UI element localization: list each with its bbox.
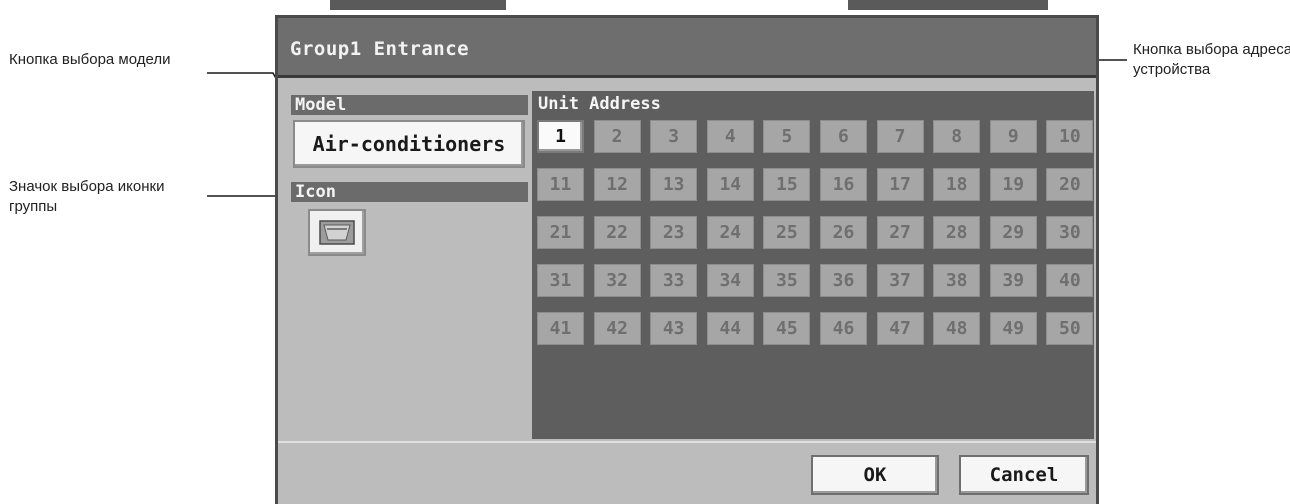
unit-address-button[interactable]: 20 bbox=[1046, 168, 1094, 201]
cancel-button[interactable]: Cancel bbox=[959, 455, 1089, 495]
unit-address-button[interactable]: 38 bbox=[933, 264, 981, 297]
unit-address-button[interactable]: 50 bbox=[1046, 312, 1094, 345]
dialog-titlebar: Group1 Entrance bbox=[278, 18, 1096, 78]
unit-address-button[interactable]: 36 bbox=[819, 264, 867, 297]
unit-address-button[interactable]: 4 bbox=[706, 120, 754, 153]
dialog-title: Group1 Entrance bbox=[290, 38, 470, 60]
unit-address-button[interactable]: 43 bbox=[650, 312, 698, 345]
unit-address-button[interactable]: 33 bbox=[650, 264, 698, 297]
unit-address-button[interactable]: 30 bbox=[1046, 216, 1094, 249]
unit-address-button[interactable]: 6 bbox=[819, 120, 867, 153]
unit-address-button[interactable]: 21 bbox=[537, 216, 584, 249]
unit-address-button[interactable]: 17 bbox=[876, 168, 924, 201]
unit-address-panel: Unit Address 1 2 3 4 5 6 7 8 9 10 11 12 13 14 15 16 17 18… bbox=[532, 91, 1094, 439]
unit-address-button[interactable]: 49 bbox=[989, 312, 1037, 345]
unit-address-button[interactable]: 9 bbox=[989, 120, 1037, 153]
unit-address-button[interactable]: 11 bbox=[537, 168, 584, 201]
group-icon-button[interactable] bbox=[308, 209, 366, 256]
group-settings-dialog: Group1 Entrance Model Air-conditioners I… bbox=[275, 15, 1099, 504]
unit-address-button[interactable]: 40 bbox=[1046, 264, 1094, 297]
unit-address-button[interactable]: 45 bbox=[763, 312, 811, 345]
unit-address-button[interactable]: 25 bbox=[763, 216, 811, 249]
unit-address-button[interactable]: 44 bbox=[706, 312, 754, 345]
unit-address-label: Unit Address bbox=[538, 94, 661, 114]
unit-address-button[interactable]: 29 bbox=[989, 216, 1037, 249]
unit-address-button[interactable]: 37 bbox=[876, 264, 924, 297]
unit-address-button[interactable]: 18 bbox=[933, 168, 981, 201]
background-strip bbox=[330, 0, 506, 10]
unit-address-button[interactable]: 1 bbox=[537, 120, 584, 153]
unit-address-button[interactable]: 27 bbox=[876, 216, 924, 249]
unit-address-button[interactable]: 3 bbox=[650, 120, 698, 153]
unit-address-button[interactable]: 7 bbox=[876, 120, 924, 153]
model-label: Model bbox=[291, 95, 528, 115]
unit-address-button[interactable]: 19 bbox=[989, 168, 1037, 201]
unit-address-button[interactable]: 34 bbox=[706, 264, 754, 297]
unit-address-button[interactable]: 42 bbox=[593, 312, 641, 345]
unit-address-button[interactable]: 14 bbox=[706, 168, 754, 201]
unit-address-button[interactable]: 48 bbox=[933, 312, 981, 345]
background-strip bbox=[848, 0, 1048, 10]
unit-address-button[interactable]: 35 bbox=[763, 264, 811, 297]
unit-address-button[interactable]: 24 bbox=[706, 216, 754, 249]
unit-address-button[interactable]: 23 bbox=[650, 216, 698, 249]
icon-label: Icon bbox=[291, 182, 528, 202]
unit-address-button[interactable]: 13 bbox=[650, 168, 698, 201]
dialog-footer: OK Cancel bbox=[278, 441, 1096, 504]
unit-address-button[interactable]: 46 bbox=[819, 312, 867, 345]
model-icon-panel: Model Air-conditioners Icon bbox=[278, 81, 528, 441]
unit-address-button[interactable]: 28 bbox=[933, 216, 981, 249]
model-select-button[interactable]: Air-conditioners bbox=[293, 120, 525, 168]
unit-address-button[interactable]: 39 bbox=[989, 264, 1037, 297]
unit-address-button[interactable]: 2 bbox=[593, 120, 641, 153]
unit-address-button[interactable]: 12 bbox=[593, 168, 641, 201]
unit-address-button[interactable]: 41 bbox=[537, 312, 584, 345]
unit-address-button[interactable]: 15 bbox=[763, 168, 811, 201]
unit-address-button[interactable]: 47 bbox=[876, 312, 924, 345]
unit-address-button[interactable]: 10 bbox=[1046, 120, 1094, 153]
unit-address-button[interactable]: 32 bbox=[593, 264, 641, 297]
unit-address-button[interactable]: 26 bbox=[819, 216, 867, 249]
indoor-unit-icon bbox=[319, 219, 355, 245]
unit-address-button[interactable]: 31 bbox=[537, 264, 584, 297]
ok-button[interactable]: OK bbox=[811, 455, 939, 495]
unit-address-grid: 1 2 3 4 5 6 7 8 9 10 11 12 13 14 15 16 17 18 19 20 21 22 23 24 2… bbox=[537, 120, 1094, 345]
unit-address-button[interactable]: 8 bbox=[933, 120, 981, 153]
unit-address-button[interactable]: 5 bbox=[763, 120, 811, 153]
unit-address-button[interactable]: 22 bbox=[593, 216, 641, 249]
unit-address-button[interactable]: 16 bbox=[819, 168, 867, 201]
